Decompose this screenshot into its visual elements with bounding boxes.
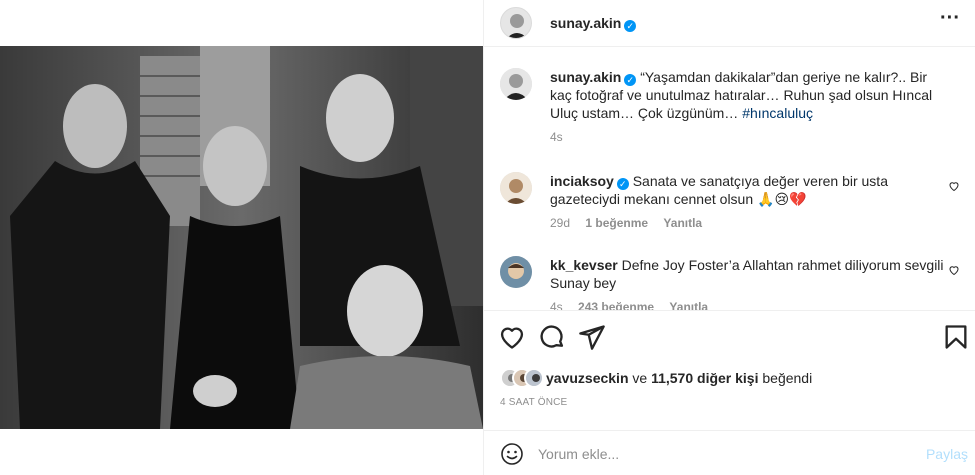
comments-list: sunay.akin ✓ “Yaşamdan dakikalar”dan geri… (484, 48, 975, 310)
likes-summary: yavuzseckin ve 11,570 diğer kişi beğendi (500, 366, 960, 390)
comment-meta: 29d 1 beğenme Yanıtla (550, 216, 945, 230)
caption-hashtag[interactable]: #hıncaluluç (742, 105, 813, 121)
comment-likes[interactable]: 1 beğenme (585, 216, 648, 230)
likes-connector: ve (632, 370, 648, 386)
post-comment-button[interactable]: Paylaş (926, 446, 968, 462)
reply-button[interactable]: Yanıtla (669, 300, 708, 310)
comment-likes[interactable]: 243 beğenme (578, 300, 654, 310)
heart-icon[interactable] (498, 323, 526, 351)
comment-body: kk_kevser Defne Joy Foster’a Allahtan ra… (550, 256, 945, 310)
comment-avatar[interactable] (500, 172, 532, 204)
post-media-pane (0, 0, 483, 475)
comment-avatar[interactable] (500, 256, 532, 288)
caption-meta: 4s (550, 130, 945, 144)
caption-username[interactable]: sunay.akin (550, 69, 621, 85)
verified-badge-icon: ✓ (624, 74, 637, 86)
comment-body: inciaksoy ✓ Sanata ve sanatçıya değer ver… (550, 172, 945, 230)
comment-username[interactable]: kk_kevser (550, 257, 618, 273)
comment-icon[interactable] (538, 323, 566, 351)
bookmark-icon[interactable] (942, 323, 970, 351)
caption-body: sunay.akin ✓ “Yaşamdan dakikalar”dan geri… (550, 68, 945, 144)
post-header: sunay.akin ✓ ··· (484, 0, 975, 47)
likes-text: yavuzseckin ve 11,570 diğer kişi beğendi (546, 366, 812, 390)
author-username-text[interactable]: sunay.akin (550, 15, 621, 31)
verified-badge-icon: ✓ (616, 178, 629, 190)
likers-avatar-stack[interactable] (500, 368, 544, 388)
comment-heart-icon[interactable] (948, 180, 960, 192)
post-timestamp[interactable]: 4 SAAT ÖNCE (500, 397, 567, 408)
post-actions-bar (484, 310, 975, 365)
photo-image (0, 46, 483, 429)
paper-plane-icon[interactable] (578, 323, 606, 351)
post-photo[interactable] (0, 46, 483, 429)
first-liker-username[interactable]: yavuzseckin (546, 370, 629, 386)
author-avatar[interactable] (500, 7, 532, 39)
verified-badge-icon: ✓ (624, 20, 637, 32)
author-username[interactable]: sunay.akin ✓ (550, 15, 637, 32)
emoji-icon[interactable] (500, 442, 524, 466)
likes-count[interactable]: 11,570 diğer kişi (651, 370, 758, 386)
reply-button[interactable]: Yanıtla (663, 216, 702, 230)
more-options-icon[interactable]: ··· (940, 8, 960, 32)
comment-heart-icon[interactable] (948, 264, 960, 276)
comment-username[interactable]: inciaksoy (550, 173, 614, 189)
caption-time[interactable]: 4s (550, 130, 563, 144)
post-side-panel: sunay.akin ✓ ··· sunay.akin ✓ “Yaşamdan da… (483, 0, 975, 475)
comment-meta: 4s 243 beğenme Yanıtla (550, 300, 945, 310)
liker-avatar (524, 368, 544, 388)
add-comment-bar: Paylaş (484, 430, 975, 475)
likes-suffix: beğendi (762, 370, 813, 386)
comment-time[interactable]: 29d (550, 216, 570, 230)
comment-input[interactable] (538, 441, 908, 467)
comment-time[interactable]: 4s (550, 300, 563, 310)
caption-avatar[interactable] (500, 68, 532, 100)
